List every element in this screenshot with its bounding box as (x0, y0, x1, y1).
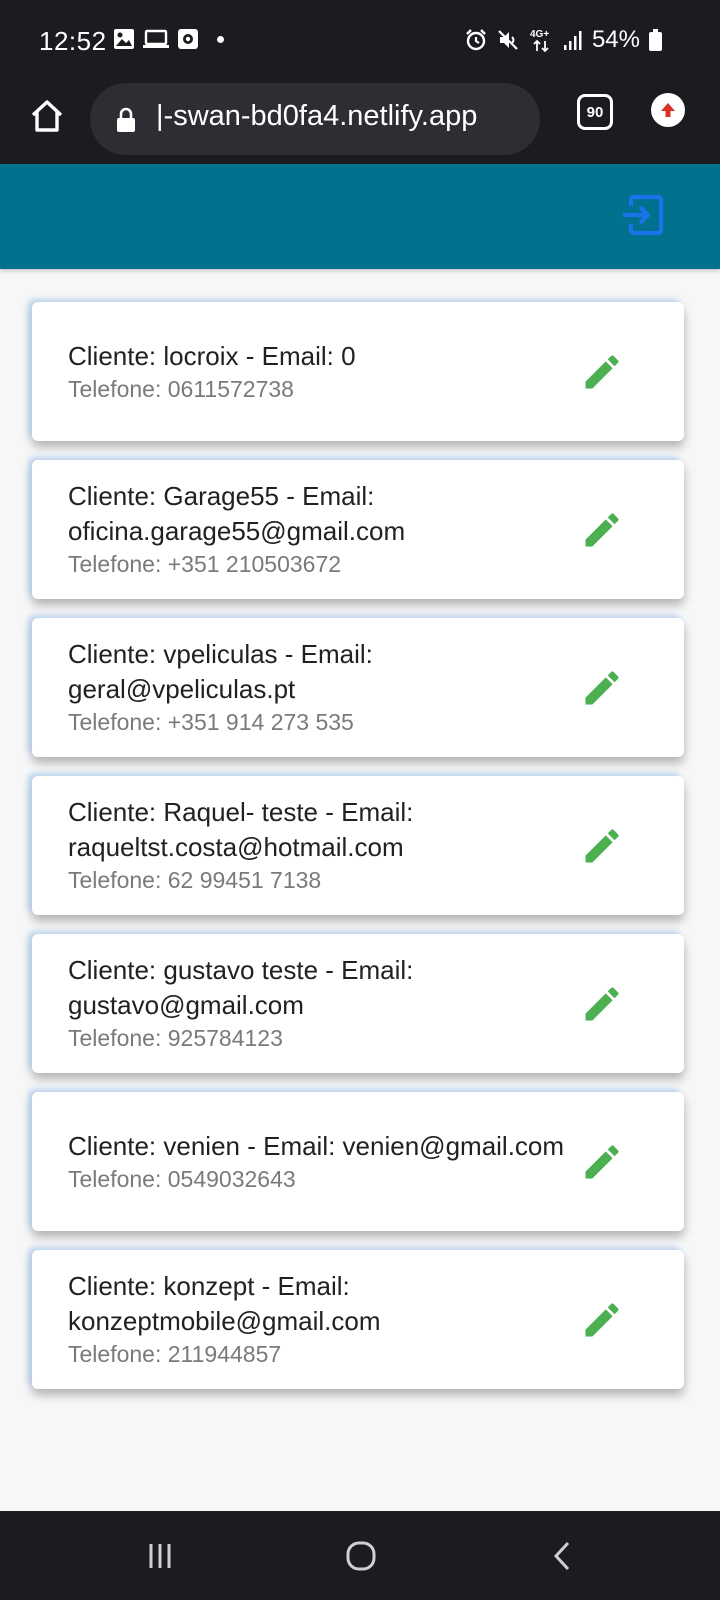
update-button[interactable] (651, 93, 685, 127)
system-navigation-bar (0, 1511, 720, 1600)
client-card: Cliente: gustavo teste - Email: gustavo@… (32, 934, 684, 1073)
client-title: Cliente: Garage55 - Email: oficina.garag… (68, 481, 406, 546)
client-phone: Telefone: 0549032643 (68, 1165, 296, 1192)
edit-icon[interactable] (580, 1140, 624, 1184)
edit-icon[interactable] (580, 824, 624, 868)
client-card: Cliente: Garage55 - Email: oficina.garag… (32, 460, 684, 599)
client-title: Cliente: gustavo teste - Email: gustavo@… (68, 955, 414, 1020)
client-phone: Telefone: 62 99451 7138 (68, 867, 322, 893)
lock-icon (117, 107, 135, 132)
client-phone: Telefone: +351 914 273 535 (68, 709, 354, 735)
home-circle-icon (346, 1541, 376, 1571)
alarm-icon (466, 29, 486, 51)
laptop-icon (143, 29, 169, 48)
client-title: Cliente: vpeliculas - Email: geral@vpeli… (68, 639, 373, 704)
screen-recorder-icon (178, 29, 198, 49)
client-card: Cliente: Raquel- teste - Email: raquelts… (32, 776, 684, 915)
url-text: |-swan-bd0fa4.netlify.app (156, 100, 478, 132)
edit-icon[interactable] (580, 1298, 624, 1342)
tabs-button[interactable]: 90 (577, 94, 613, 130)
client-phone: Telefone: 925784123 (68, 1025, 283, 1051)
home-nav-button[interactable] (336, 1533, 386, 1579)
edit-icon[interactable] (580, 666, 624, 710)
client-phone: Telefone: +351 210503672 (68, 551, 342, 577)
recent-apps-button[interactable] (135, 1533, 185, 1579)
back-button[interactable] (538, 1533, 588, 1579)
home-icon (31, 100, 63, 132)
edit-icon[interactable] (580, 508, 624, 552)
status-bar: 12:52 4G+ 54% (0, 0, 720, 80)
battery-icon (649, 29, 662, 51)
notification-icons (113, 28, 224, 50)
client-card: Cliente: locroix - Email: 0 Telefone: 06… (32, 302, 684, 441)
recents-icon (149, 1544, 171, 1568)
svg-text:4G+: 4G+ (530, 29, 549, 40)
client-list: Cliente: locroix - Email: 0 Telefone: 06… (32, 302, 684, 1408)
back-chevron-icon (553, 1541, 570, 1571)
gallery-icon (114, 29, 134, 49)
client-title: Cliente: konzept - Email: konzeptmobile@… (68, 1271, 381, 1336)
address-bar[interactable]: |-swan-bd0fa4.netlify.app (90, 83, 540, 155)
more-notifications-dot (217, 35, 224, 43)
edit-icon[interactable] (580, 350, 624, 394)
signal-icon (563, 31, 582, 50)
client-phone: Telefone: 0611572738 (68, 375, 294, 402)
edit-icon[interactable] (580, 982, 624, 1026)
system-status-icons: 4G+ 54% (464, 26, 662, 54)
battery-percent: 54% (591, 26, 640, 53)
client-card: Cliente: konzept - Email: konzeptmobile@… (32, 1250, 684, 1389)
client-card: Cliente: venien - Email: venien@gmail.co… (32, 1092, 684, 1231)
browser-toolbar: |-swan-bd0fa4.netlify.app 90 (0, 80, 720, 164)
status-time: 12:52 (39, 26, 107, 56)
logout-icon (623, 194, 664, 236)
network-4g-icon: 4G+ (530, 29, 549, 53)
client-card: Cliente: vpeliculas - Email: geral@vpeli… (32, 618, 684, 757)
arrow-up-icon (661, 103, 675, 117)
app-header (0, 164, 720, 269)
mute-icon (498, 30, 518, 50)
client-title: Cliente: venien - Email: venien@gmail.co… (68, 1130, 565, 1161)
logout-button[interactable] (620, 192, 666, 238)
client-phone: Telefone: 211944857 (68, 1341, 282, 1367)
home-button[interactable] (25, 94, 69, 138)
client-title: Cliente: locroix - Email: 0 (68, 340, 356, 371)
client-title: Cliente: Raquel- teste - Email: raquelts… (68, 797, 414, 862)
